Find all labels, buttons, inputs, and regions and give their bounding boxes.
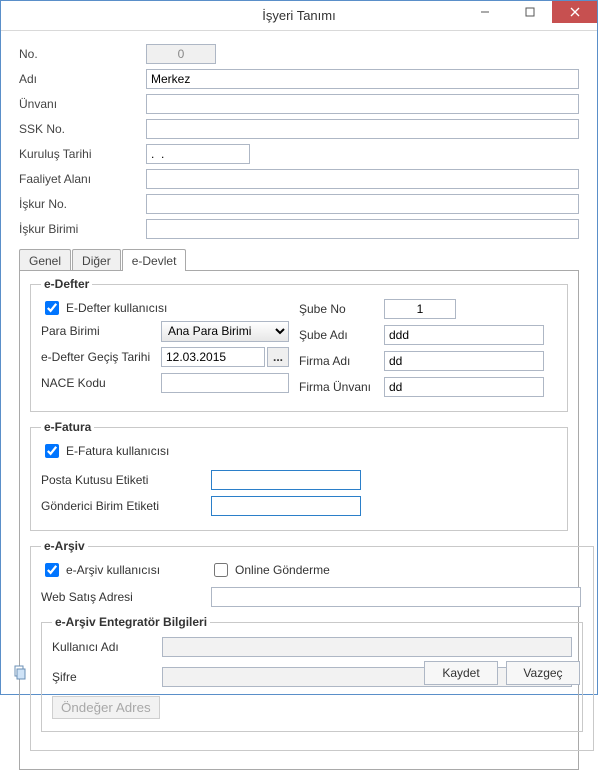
- no-label: No.: [19, 47, 146, 61]
- tabpane-edevlet: e-Defter E-Defter kullanıcısı Para Birim…: [19, 270, 579, 770]
- online-gonderme-label: Online Gönderme: [235, 563, 330, 577]
- ent-kullanici-label: Kullanıcı Adı: [52, 640, 162, 654]
- para-birimi-label: Para Birimi: [41, 324, 161, 338]
- unvani-label: Ünvanı: [19, 97, 146, 111]
- efatura-group: e-Fatura E-Fatura kullanıcısı Posta Kutu…: [30, 420, 568, 531]
- save-button[interactable]: Kaydet: [424, 661, 498, 685]
- posta-field[interactable]: [211, 470, 361, 490]
- online-gonderme-checkbox[interactable]: [214, 563, 228, 577]
- ssk-field[interactable]: [146, 119, 579, 139]
- earsiv-kullanici-label: e-Arşiv kullanıcısı: [66, 563, 160, 577]
- efatura-legend: e-Fatura: [41, 420, 94, 434]
- gecis-tarihi-field[interactable]: [161, 347, 265, 367]
- earsiv-legend: e-Arşiv: [41, 539, 88, 553]
- adi-field[interactable]: [146, 69, 579, 89]
- firma-unvani-field[interactable]: [384, 377, 544, 397]
- firma-adi-field[interactable]: [384, 351, 544, 371]
- kurulus-tarihi-field[interactable]: [146, 144, 250, 164]
- window-minimize-button[interactable]: [462, 1, 507, 23]
- sube-no-label: Şube No: [299, 302, 384, 316]
- faaliyet-label: Faaliyet Alanı: [19, 172, 146, 186]
- edefter-legend: e-Defter: [41, 277, 92, 291]
- firma-adi-label: Firma Adı: [299, 354, 384, 368]
- kurulus-label: Kuruluş Tarihi: [19, 147, 146, 161]
- edefter-kullanici-checkbox[interactable]: [45, 301, 59, 315]
- tab-genel[interactable]: Genel: [19, 249, 71, 271]
- faaliyet-field[interactable]: [146, 169, 579, 189]
- gecis-tarihi-label: e-Defter Geçiş Tarihi: [41, 350, 161, 364]
- window-titlebar: İşyeri Tanımı: [1, 1, 597, 31]
- ellipsis-icon: ...: [273, 350, 283, 364]
- iskurno-label: İşkur No.: [19, 197, 146, 211]
- window-title: İşyeri Tanımı: [262, 8, 335, 23]
- adi-label: Adı: [19, 72, 146, 86]
- para-birimi-select[interactable]: Ana Para Birimi: [161, 321, 289, 342]
- footer: Kaydet Vazgeç: [10, 661, 588, 685]
- ssk-label: SSK No.: [19, 122, 146, 136]
- sube-adi-field[interactable]: [384, 325, 544, 345]
- tabs: Genel Diğer e-Devlet: [19, 248, 579, 270]
- edefter-group: e-Defter E-Defter kullanıcısı Para Birim…: [30, 277, 568, 412]
- firma-unvani-label: Firma Ünvanı: [299, 380, 384, 394]
- earsiv-kullanici-checkbox[interactable]: [45, 563, 59, 577]
- window-maximize-button[interactable]: [507, 1, 552, 23]
- iskurno-field[interactable]: [146, 194, 579, 214]
- tab-diger[interactable]: Diğer: [72, 249, 121, 271]
- window-close-button[interactable]: [552, 1, 597, 23]
- cancel-button[interactable]: Vazgeç: [506, 661, 580, 685]
- sube-no-field[interactable]: [384, 299, 456, 319]
- unvani-field[interactable]: [146, 94, 579, 114]
- efatura-kullanici-label: E-Fatura kullanıcısı: [66, 444, 169, 458]
- iskurbirim-field[interactable]: [146, 219, 579, 239]
- edefter-kullanici-label: E-Defter kullanıcısı: [66, 301, 167, 315]
- web-satis-field[interactable]: [211, 587, 581, 607]
- window-buttons: [462, 1, 597, 30]
- earsiv-group: e-Arşiv e-Arşiv kullanıcısı Online Gönde…: [30, 539, 594, 751]
- nace-field[interactable]: [161, 373, 289, 393]
- tab-edevlet[interactable]: e-Devlet: [122, 249, 187, 271]
- no-field: [146, 44, 216, 64]
- posta-label: Posta Kutusu Etiketi: [41, 473, 211, 487]
- efatura-kullanici-checkbox[interactable]: [45, 444, 59, 458]
- sube-adi-label: Şube Adı: [299, 328, 384, 342]
- nace-label: NACE Kodu: [41, 376, 161, 390]
- gonderici-label: Gönderici Birim Etiketi: [41, 499, 211, 513]
- ondeger-adres-button: Öndeğer Adres: [52, 696, 160, 719]
- web-satis-label: Web Satış Adresi: [41, 590, 211, 604]
- iskurbirim-label: İşkur Birimi: [19, 222, 146, 236]
- ent-kullanici-field[interactable]: [162, 637, 572, 657]
- copy-icon[interactable]: [10, 663, 30, 683]
- gonderici-field[interactable]: [211, 496, 361, 516]
- gecis-tarihi-picker-button[interactable]: ...: [267, 347, 289, 367]
- entegrator-legend: e-Arşiv Entegratör Bilgileri: [52, 615, 210, 629]
